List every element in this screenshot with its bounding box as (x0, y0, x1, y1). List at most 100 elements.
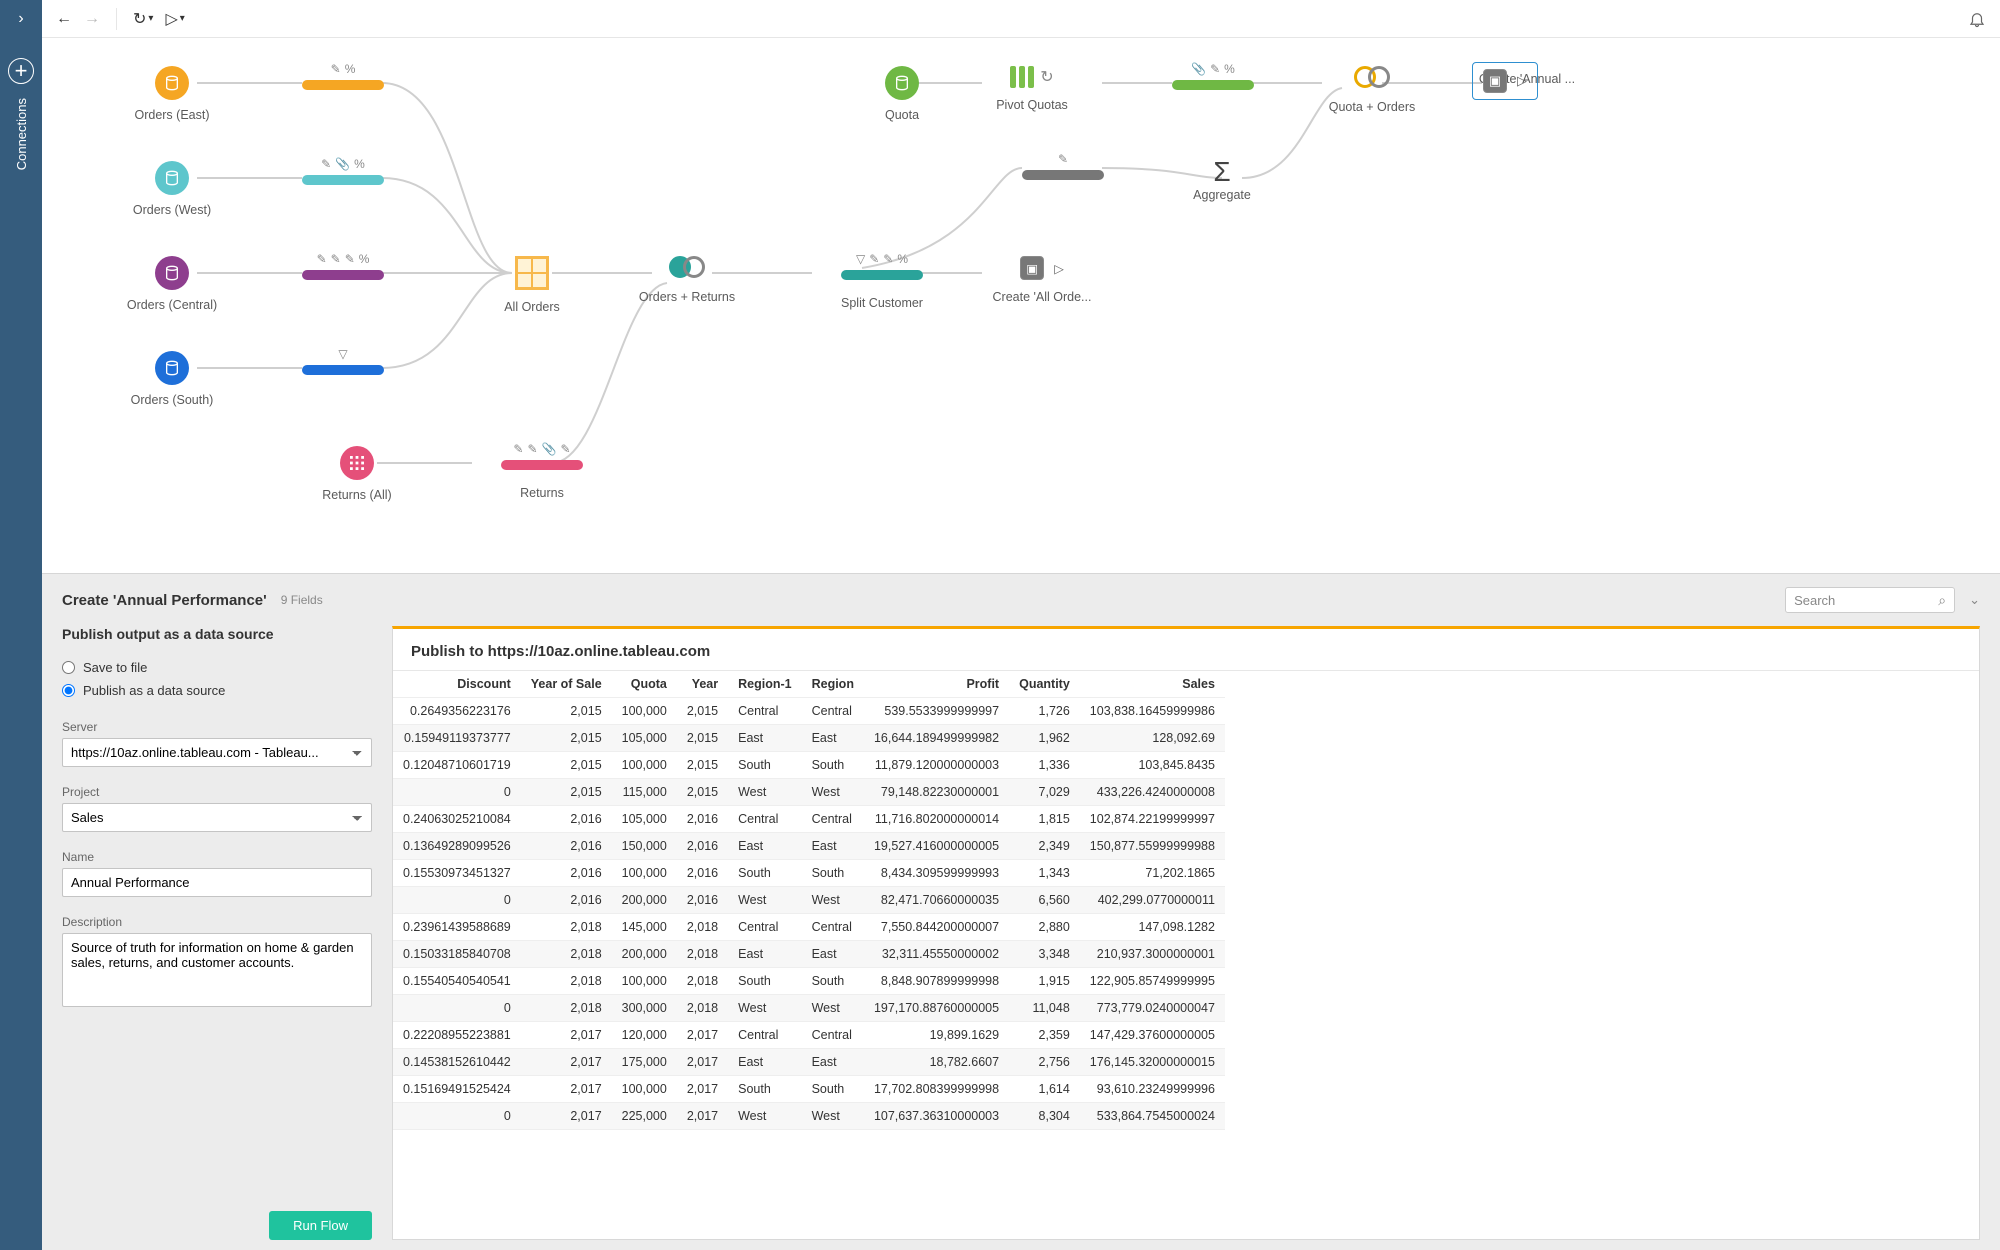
column-header[interactable]: Region (802, 671, 864, 698)
clean-step-west[interactable]: ✎📎% (302, 157, 384, 185)
table-row[interactable]: 0.159491193737772,015105,0002,015EastEas… (393, 725, 1225, 752)
run-menu-button[interactable]: ▷▾ (165, 9, 184, 29)
input-orders-central[interactable]: Orders (Central) (102, 256, 242, 312)
union-all-orders[interactable]: All Orders (462, 256, 602, 314)
description-label: Description (62, 915, 372, 929)
clean-step-returns[interactable]: ✎✎📎✎ Returns (472, 442, 612, 500)
description-input[interactable]: Source of truth for information on home … (62, 933, 372, 1007)
refresh-button[interactable]: ↻▾ (133, 9, 153, 29)
table-row[interactable]: 02,015115,0002,015WestWest79,148.8223000… (393, 779, 1225, 806)
output-icon: ▣ (1483, 69, 1507, 93)
table-row[interactable]: 0.222089552238812,017120,0002,017Central… (393, 1022, 1225, 1049)
clean-step-south[interactable]: ▽ (302, 347, 384, 375)
flow-canvas[interactable]: Orders (East) Orders (West) Orders (Cent… (42, 38, 2000, 573)
pane-title: Create 'Annual Performance' (62, 592, 267, 609)
column-header[interactable]: Year (677, 671, 728, 698)
pivot-icon (1010, 66, 1034, 88)
project-select[interactable]: Sales (62, 803, 372, 832)
table-row[interactable]: 0.136492890995262,016150,0002,016EastEas… (393, 833, 1225, 860)
rename-icon: ✎ (331, 252, 341, 266)
database-icon (155, 66, 189, 100)
table-row[interactable]: 0.120487106017192,015100,0002,015SouthSo… (393, 752, 1225, 779)
table-row[interactable]: 02,017225,0002,017WestWest107,637.363100… (393, 1103, 1225, 1130)
toolbar-divider (116, 8, 117, 30)
clean-split-customer[interactable]: ▽✎✎% Split Customer (812, 252, 952, 310)
aggregate-step[interactable]: Σ Aggregate (1152, 156, 1292, 202)
node-label: Orders (West) (102, 203, 242, 217)
node-label: Quota (832, 108, 972, 122)
output-create-annual[interactable]: ▣ ▷ Create 'Annual ... (1472, 62, 1582, 86)
name-label: Name (62, 850, 372, 864)
table-row[interactable]: 0.155405405405412,018100,0002,018SouthSo… (393, 968, 1225, 995)
input-orders-west[interactable]: Orders (West) (102, 161, 242, 217)
rename-icon: ✎ (317, 252, 327, 266)
node-label: Orders (Central) (102, 298, 242, 312)
node-label: Orders (South) (102, 393, 242, 407)
preview-title: Publish to https://10az.online.tableau.c… (393, 629, 1979, 671)
radio-save-to-file[interactable]: Save to file (62, 660, 372, 675)
pivot-quotas[interactable]: ↻ Pivot Quotas (962, 66, 1102, 112)
column-header[interactable]: Profit (864, 671, 1009, 698)
table-row[interactable]: 0.26493562231762,015100,0002,015CentralC… (393, 698, 1225, 725)
forward-button: → (84, 10, 100, 28)
join-orders-returns[interactable]: Orders + Returns (617, 256, 757, 304)
toolbar: ← → ↻▾ ▷▾ (42, 0, 2000, 38)
name-input[interactable] (62, 868, 372, 897)
input-orders-east[interactable]: Orders (East) (102, 66, 242, 122)
table-row[interactable]: 0.155309734513272,016100,0002,016SouthSo… (393, 860, 1225, 887)
clean-pre-aggregate[interactable]: ✎ (1022, 152, 1104, 180)
node-label: Pivot Quotas (962, 98, 1102, 112)
table-row[interactable]: 02,018300,0002,018WestWest197,170.887600… (393, 995, 1225, 1022)
run-flow-button[interactable]: Run Flow (269, 1211, 372, 1240)
database-icon (155, 351, 189, 385)
server-select[interactable]: https://10az.online.tableau.com - Tablea… (62, 738, 372, 767)
alerts-icon[interactable] (1968, 10, 1986, 28)
input-quota[interactable]: Quota (832, 66, 972, 122)
column-header[interactable]: Quota (612, 671, 677, 698)
input-orders-south[interactable]: Orders (South) (102, 351, 242, 407)
column-header[interactable]: Quantity (1009, 671, 1080, 698)
play-icon[interactable]: ▷ (1054, 261, 1064, 276)
input-returns[interactable]: Returns (All) (287, 446, 427, 502)
join-quota-orders[interactable]: Quota + Orders (1302, 66, 1442, 114)
node-label: Returns (472, 486, 612, 500)
calc-icon: % (359, 252, 370, 266)
node-label: Returns (All) (287, 488, 427, 502)
table-row[interactable]: 0.240630252100842,016105,0002,016Central… (393, 806, 1225, 833)
collapse-pane-icon[interactable]: ⌄ (1969, 592, 1980, 608)
rename-icon: ✎ (331, 62, 341, 76)
server-label: Server (62, 720, 372, 734)
table-row[interactable]: 0.239614395886892,018145,0002,018Central… (393, 914, 1225, 941)
grid-icon (340, 446, 374, 480)
node-label: Aggregate (1152, 188, 1292, 202)
search-input[interactable]: Search ⌕ (1785, 587, 1955, 613)
clean-step-east[interactable]: ✎% (302, 62, 384, 90)
node-label: Orders (East) (102, 108, 242, 122)
table-row[interactable]: 0.150331858407082,018200,0002,018EastEas… (393, 941, 1225, 968)
expand-rail-icon[interactable]: › (18, 10, 23, 28)
column-header[interactable]: Discount (393, 671, 521, 698)
clean-step-central[interactable]: ✎✎✎% (302, 252, 384, 280)
node-label: Split Customer (812, 296, 952, 310)
pane-header: Create 'Annual Performance' 9 Fields Sea… (42, 574, 2000, 626)
output-create-all-orders[interactable]: ▣ ▷ Create 'All Orde... (962, 256, 1122, 304)
play-icon[interactable]: ▷ (1517, 73, 1527, 89)
column-header[interactable]: Region-1 (728, 671, 801, 698)
left-rail: › + Connections (0, 0, 42, 1250)
radio-publish-ds[interactable]: Publish as a data source (62, 683, 372, 698)
calc-icon: % (345, 62, 356, 76)
search-icon: ⌕ (1938, 592, 1946, 609)
add-connection-button[interactable]: + (8, 58, 34, 84)
database-icon (885, 66, 919, 100)
table-row[interactable]: 02,016200,0002,016WestWest82,471.7066000… (393, 887, 1225, 914)
table-row[interactable]: 0.145381526104422,017175,0002,017EastEas… (393, 1049, 1225, 1076)
table-row[interactable]: 0.151694915254242,017100,0002,017SouthSo… (393, 1076, 1225, 1103)
back-button[interactable]: ← (56, 10, 72, 28)
sigma-icon: Σ (1152, 156, 1292, 188)
preview-table: DiscountYear of SaleQuotaYearRegion-1Reg… (393, 671, 1225, 1130)
database-icon (155, 256, 189, 290)
column-header[interactable]: Sales (1080, 671, 1225, 698)
column-header[interactable]: Year of Sale (521, 671, 612, 698)
rename-icon: ✎ (321, 157, 331, 171)
clean-quota[interactable]: 📎✎% (1172, 62, 1254, 90)
